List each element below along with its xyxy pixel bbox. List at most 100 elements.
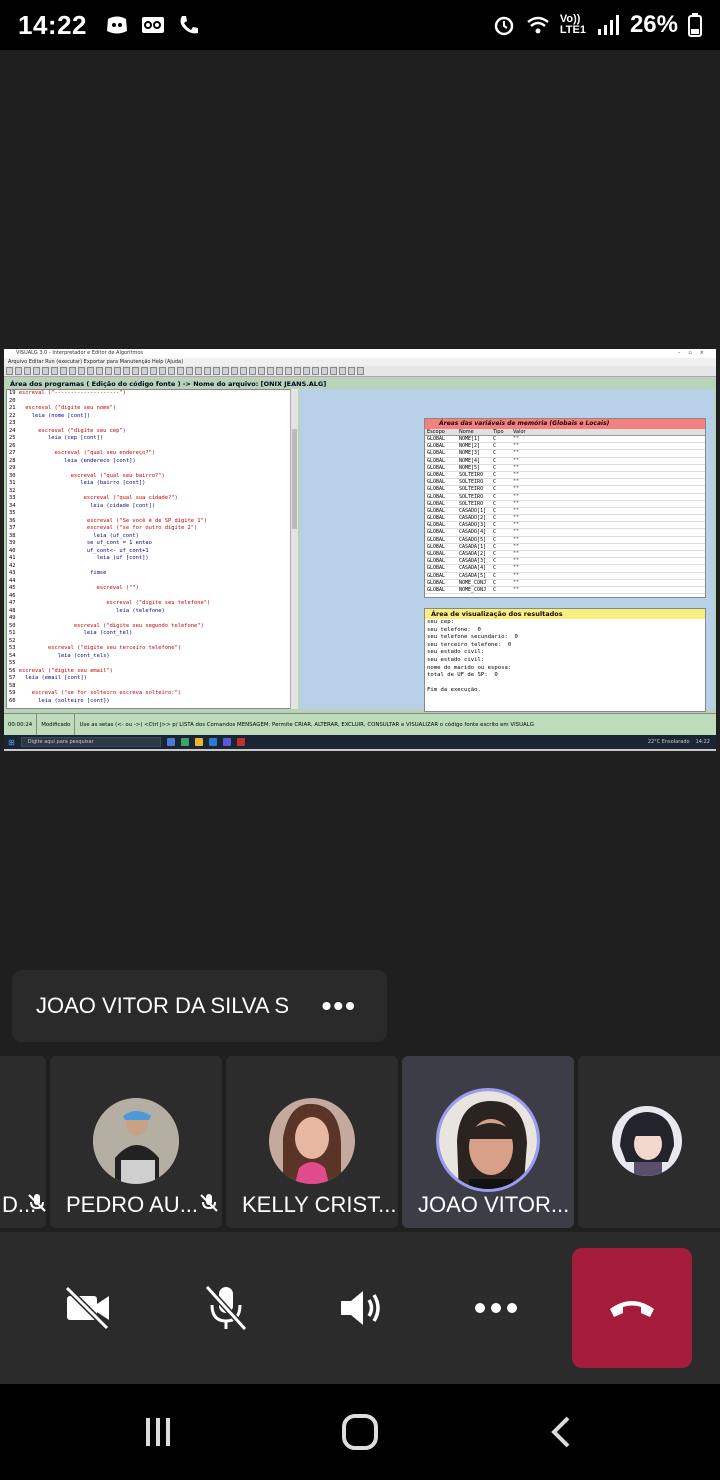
- toolbar-button[interactable]: [330, 367, 337, 375]
- toolbar-button[interactable]: [150, 367, 157, 375]
- shared-screen[interactable]: VISUALG 3.0 - Interpretador e Editor de …: [4, 349, 716, 751]
- toolbar-button[interactable]: [321, 367, 328, 375]
- toolbar-button[interactable]: [51, 367, 58, 375]
- toolbar-button[interactable]: [348, 367, 355, 375]
- variable-cell: GLOBAL: [427, 515, 446, 522]
- toolbar-button[interactable]: [213, 367, 220, 375]
- variable-cell: "": [513, 507, 520, 514]
- signal-icon: [597, 15, 619, 35]
- toolbar-button[interactable]: [33, 367, 40, 375]
- variable-row: GLOBAL NOME[3] C "": [425, 450, 705, 458]
- variable-cell: CASADA[1]: [459, 543, 487, 550]
- editor-status-bar: 00:00:24 Modificado Use as setas (<- ou …: [4, 713, 716, 735]
- taskbar-app-icon[interactable]: [166, 738, 175, 746]
- variable-cell: C: [493, 551, 497, 557]
- toolbar-button[interactable]: [159, 367, 166, 375]
- code-line: 31 leia (bairro [cont]): [9, 480, 297, 488]
- more-options-button[interactable]: •••: [322, 990, 357, 1022]
- window-controls[interactable]: –▫×: [678, 349, 712, 358]
- line-number: 52: [9, 637, 19, 644]
- camera-off-icon: [64, 1286, 110, 1330]
- toolbar-button[interactable]: [69, 367, 76, 375]
- toolbar-button[interactable]: [96, 367, 103, 375]
- code-text: escreval ("--------------------"): [18, 390, 126, 396]
- taskbar-weather: 22°C Ensolarado: [647, 739, 690, 745]
- toolbar-button[interactable]: [60, 367, 67, 375]
- home-button[interactable]: [338, 1410, 382, 1454]
- toolbar-button[interactable]: [186, 367, 193, 375]
- toolbar-button[interactable]: [141, 367, 148, 375]
- back-icon: [551, 1416, 570, 1448]
- participant-tile[interactable]: D...: [0, 1056, 46, 1228]
- recent-apps-button[interactable]: [136, 1410, 180, 1454]
- mic-toggle-button[interactable]: [194, 1276, 258, 1340]
- more-icon: [475, 1303, 517, 1313]
- taskbar-app-icon[interactable]: [180, 738, 189, 746]
- toolbar-button[interactable]: [168, 367, 175, 375]
- toolbar-button[interactable]: [258, 367, 265, 375]
- participant-tile[interactable]: PEDRO AU...: [50, 1056, 222, 1228]
- toolbar-button[interactable]: [357, 367, 364, 375]
- code-line: 39 se uf_cont = 1 entao: [9, 540, 297, 548]
- windows-start-icon[interactable]: ⊞: [8, 738, 15, 747]
- toolbar-button[interactable]: [78, 367, 85, 375]
- toolbar-button[interactable]: [87, 367, 94, 375]
- presenter-name-chip[interactable]: JOAO VITOR DA SILVA S •••: [12, 970, 387, 1042]
- participant-strip[interactable]: D... PEDRO AU... KELLY CRIST... JOAO VIT…: [0, 1056, 720, 1228]
- toolbar-button[interactable]: [195, 367, 202, 375]
- code-scrollbar[interactable]: [290, 389, 298, 709]
- toolbar-button[interactable]: [6, 367, 13, 375]
- variable-cell: "": [513, 522, 520, 529]
- toolbar-button[interactable]: [276, 367, 283, 375]
- variable-cell: C: [493, 572, 497, 579]
- toolbar-button[interactable]: [339, 367, 346, 375]
- back-button[interactable]: [540, 1410, 584, 1454]
- participant-tile[interactable]: KELLY CRIST...: [226, 1056, 398, 1228]
- code-line: 48 leia (telefone): [9, 608, 297, 616]
- code-line: 59 escreval ("se for solteiro escreva so…: [9, 690, 297, 698]
- toolbar-button[interactable]: [105, 367, 112, 375]
- participant-tile-active-speaker[interactable]: JOAO VITOR...: [402, 1056, 574, 1228]
- toolbar-button[interactable]: [240, 367, 247, 375]
- taskbar-folder-icon[interactable]: [194, 738, 203, 746]
- toolbar-button[interactable]: [114, 367, 121, 375]
- toolbar-button[interactable]: [24, 367, 31, 375]
- taskbar-app-icon[interactable]: [236, 738, 245, 746]
- toolbar-button[interactable]: [267, 367, 274, 375]
- more-options-button[interactable]: [464, 1276, 528, 1340]
- code-line: 53 escreval ("digite seu terceiro telefo…: [9, 645, 297, 653]
- variables-panel: Áreas das variáveis de memória (Globais …: [424, 418, 706, 598]
- taskbar-teams-icon[interactable]: [222, 738, 231, 746]
- toolbar-button[interactable]: [294, 367, 301, 375]
- hang-up-button[interactable]: [572, 1248, 692, 1368]
- variable-cell: C: [493, 522, 497, 529]
- toolbar-button[interactable]: [222, 367, 229, 375]
- menu-bar[interactable]: Arquivo Editar Run (executar) Exportar p…: [4, 358, 716, 366]
- toolbar-button[interactable]: [132, 367, 139, 375]
- code-line: 58: [9, 683, 297, 691]
- taskbar-search[interactable]: Digite aqui para pesquisar: [20, 737, 161, 747]
- code-editor[interactable]: 19 escreval ("--------------------") 20 2…: [6, 389, 298, 709]
- toolbar[interactable]: [4, 366, 716, 377]
- toolbar-button[interactable]: [231, 367, 238, 375]
- phone-icon: [180, 16, 198, 34]
- variable-cell: "": [513, 543, 520, 550]
- camera-toggle-button[interactable]: [56, 1276, 120, 1340]
- toolbar-button[interactable]: [285, 367, 292, 375]
- toolbar-button[interactable]: [42, 367, 49, 375]
- line-number: 35: [9, 510, 19, 516]
- variable-row: GLOBAL NOME_CONJ C "": [425, 587, 705, 595]
- code-text: leia (cidade [cont]): [18, 502, 156, 509]
- toolbar-button[interactable]: [123, 367, 130, 375]
- toolbar-button[interactable]: [177, 367, 184, 375]
- hang-up-icon: [610, 1301, 654, 1317]
- participant-tile[interactable]: [578, 1056, 720, 1228]
- toolbar-button[interactable]: [15, 367, 22, 375]
- speaker-button[interactable]: [328, 1276, 392, 1340]
- toolbar-button[interactable]: [303, 367, 310, 375]
- toolbar-button[interactable]: [204, 367, 211, 375]
- taskbar-app-icon[interactable]: [208, 738, 217, 746]
- toolbar-button[interactable]: [312, 367, 319, 375]
- toolbar-button[interactable]: [249, 367, 256, 375]
- scroll-thumb[interactable]: [292, 429, 297, 529]
